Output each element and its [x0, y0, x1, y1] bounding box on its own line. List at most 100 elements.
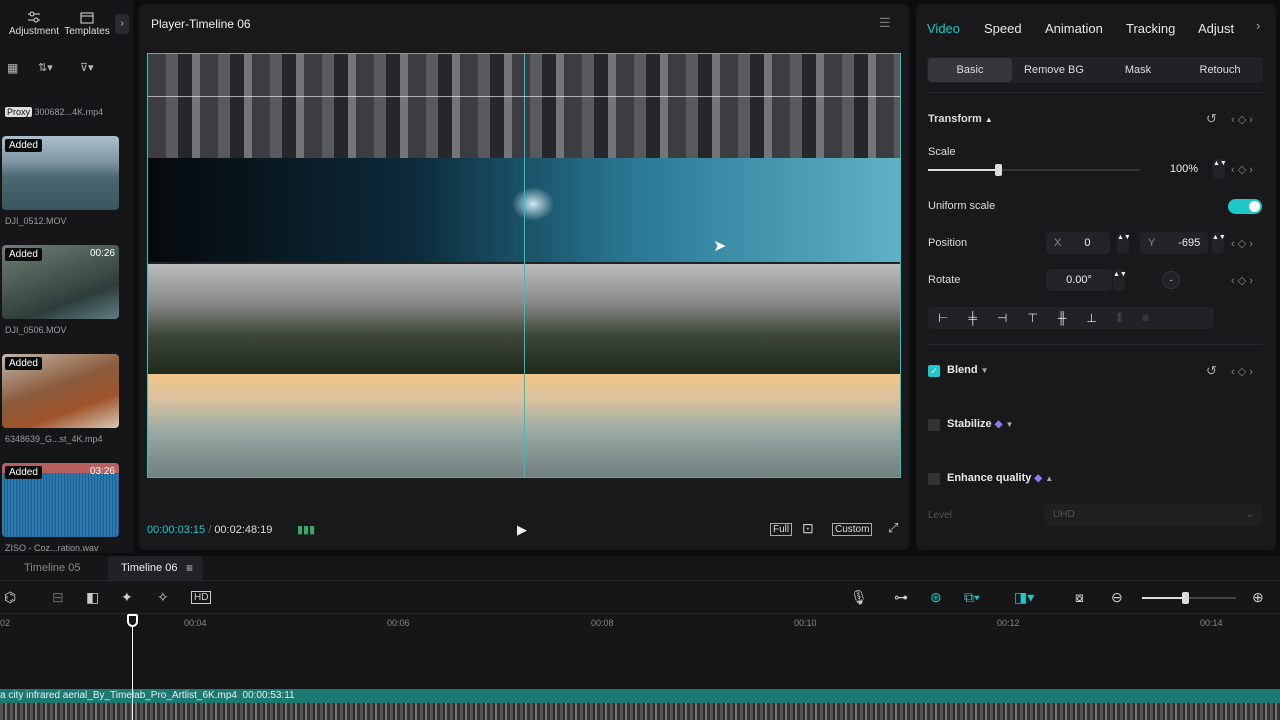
playhead-handle[interactable] [127, 614, 138, 627]
keyframe-icon[interactable]: ‹ ◇ › [1231, 274, 1253, 287]
fullscreen-icon[interactable]: ⤢ [888, 520, 898, 536]
media-clip[interactable]: Added 03:26 [2, 463, 119, 537]
added-badge: Added [5, 466, 42, 479]
media-clip[interactable]: Added [2, 136, 119, 210]
tab-adjust[interactable]: Adjust [1198, 21, 1234, 36]
scale-slider[interactable] [928, 164, 1140, 176]
full-quality-button[interactable]: Full [770, 523, 793, 536]
caret-up-icon: ▲ [984, 115, 993, 124]
y-label: Y [1148, 237, 1156, 249]
split-preview-icon[interactable]: ◨▾ [1014, 589, 1034, 606]
clip-name: 6348639_G...st_4K.mp4 [5, 434, 103, 444]
menu-icon[interactable]: ≡ [186, 561, 193, 575]
scale-slider-knob[interactable] [994, 164, 1002, 176]
sliders-icon [28, 11, 40, 23]
rotate-label: Rotate [928, 274, 961, 286]
snap-icon[interactable]: ⊛ [930, 589, 942, 606]
blend-checkbox[interactable]: ✓ [928, 365, 940, 377]
playhead-line[interactable] [132, 620, 133, 720]
stabilize-checkbox[interactable] [928, 419, 940, 431]
scale-slider-fill [928, 169, 998, 171]
magic-wand-icon[interactable]: ✧ [157, 589, 169, 606]
proxy-file-name: 300682...4K.mp4 [34, 107, 104, 117]
blend-header[interactable]: Blend ▼ [947, 364, 989, 376]
subtab-basic[interactable]: Basic [928, 64, 1012, 76]
menu-icon[interactable]: ☰ [879, 15, 891, 31]
align-center-v-icon[interactable]: ╫ [1058, 311, 1087, 325]
enhance-checkbox[interactable] [928, 473, 940, 485]
filter-icon[interactable]: ⊽▾ [80, 61, 94, 74]
media-clip[interactable]: Added 00:26 [2, 245, 119, 319]
keyframe-icon[interactable]: ‹ ◇ › [1231, 237, 1253, 250]
rotate-stepper[interactable]: ▲▼ [1113, 269, 1127, 291]
subtab-mask[interactable]: Mask [1096, 64, 1180, 76]
scale-label: Scale [928, 146, 956, 158]
rotate-field[interactable]: 0.00° [1046, 269, 1112, 291]
adjustment-button[interactable]: Adjustment [4, 10, 64, 37]
video-clip-track[interactable]: a city infrared aerial_By_Timelab_Pro_Ar… [0, 689, 1280, 703]
keyframe-icon[interactable]: ‹ ◇ › [1231, 163, 1253, 176]
auto-reframe-icon[interactable]: ⌬ [4, 589, 16, 606]
main-track-magnet-icon[interactable]: ⧉▾ [964, 589, 980, 606]
ratio-button[interactable]: Custom [832, 523, 873, 536]
keyframe-icon[interactable]: ‹ ◇ › [1231, 365, 1253, 378]
media-clip[interactable]: Added [2, 354, 119, 428]
position-x-stepper[interactable]: ▲▼ [1117, 232, 1131, 254]
position-y-stepper[interactable]: ▲▼ [1212, 232, 1226, 254]
tab-animation[interactable]: Animation [1045, 21, 1103, 36]
stabilize-header[interactable]: Stabilize ◆ ▼ [947, 418, 1013, 430]
ruler-tick: 00:12 [997, 618, 1020, 628]
rotate-dial[interactable]: - [1162, 271, 1180, 289]
play-button[interactable]: ▶ [517, 522, 527, 538]
grid-view-icon[interactable]: ▦ [7, 61, 18, 75]
scale-stepper[interactable]: ▲▼ [1213, 159, 1227, 179]
level-value: UHD [1053, 509, 1075, 520]
transform-header[interactable]: Transform ▲ [928, 113, 993, 125]
zoom-slider-knob[interactable] [1182, 592, 1189, 604]
align-top-icon[interactable]: ⊤ [1027, 311, 1057, 325]
tab-tracking[interactable]: Tracking [1126, 21, 1175, 36]
position-y-field[interactable]: Y -695 [1140, 232, 1208, 254]
proxy-row[interactable]: Proxy 300682...4K.mp4 [5, 107, 103, 117]
chevron-right-icon[interactable]: › [1256, 18, 1260, 33]
timeline-tab-05[interactable]: Timeline 05 [24, 562, 80, 574]
zoom-in-icon[interactable]: ⊕ [1252, 589, 1264, 606]
align-toolbar[interactable]: ⊢╪⊣⊤╫⊥⦀≡ [928, 307, 1214, 329]
align-bottom-icon[interactable]: ⊥ [1086, 311, 1116, 325]
ruler-tick: 00:04 [184, 618, 207, 628]
added-badge: Added [5, 139, 42, 152]
preview-axis-icon[interactable]: ⧇ [1075, 589, 1084, 606]
hd-icon[interactable]: HD [191, 591, 212, 604]
uniform-scale-toggle[interactable] [1228, 199, 1262, 214]
chevron-right-icon[interactable]: › [115, 14, 129, 34]
align-right-icon[interactable]: ⊣ [997, 311, 1027, 325]
subtab-retouch[interactable]: Retouch [1178, 64, 1262, 76]
tab-speed[interactable]: Speed [984, 21, 1022, 36]
tab-video[interactable]: Video [927, 21, 960, 36]
ai-effect-icon[interactable]: ✦ [121, 589, 133, 606]
keyframe-icon[interactable]: ‹ ◇ › [1231, 113, 1253, 126]
enhance-header[interactable]: Enhance quality ◆ ▲ [947, 472, 1053, 484]
screenshot-icon[interactable]: ⊡ [802, 520, 814, 537]
align-center-h-icon[interactable]: ╪ [968, 311, 997, 325]
adjustment-label: Adjustment [8, 26, 60, 37]
timeline-tab-06[interactable]: Timeline 06 [121, 562, 177, 574]
position-x-field[interactable]: X 0 [1046, 232, 1110, 254]
subtab-remove-bg[interactable]: Remove BG [1012, 64, 1096, 76]
reset-icon[interactable]: ↺ [1206, 363, 1217, 379]
zoom-slider[interactable] [1142, 592, 1236, 604]
zoom-out-icon[interactable]: ⊖ [1111, 589, 1123, 606]
divider [927, 92, 1263, 93]
link-icon[interactable]: ⊶ [894, 589, 908, 606]
sort-icon[interactable]: ⇅▾ [38, 61, 53, 74]
microphone-icon[interactable]: 🎙 [850, 589, 868, 606]
scale-value[interactable]: 100% [1156, 159, 1212, 179]
align-left-icon[interactable]: ⊢ [938, 311, 968, 325]
inspector-panel: Video Speed Animation Tracking Adjust › … [916, 4, 1276, 550]
reset-icon[interactable]: ↺ [1206, 111, 1217, 127]
ruler-tick: 00:08 [591, 618, 614, 628]
stabilize-label: Stabilize [947, 418, 992, 430]
templates-button[interactable]: Templates [62, 10, 112, 37]
video-canvas[interactable] [147, 53, 901, 478]
mirror-icon[interactable]: ◧ [86, 589, 99, 606]
